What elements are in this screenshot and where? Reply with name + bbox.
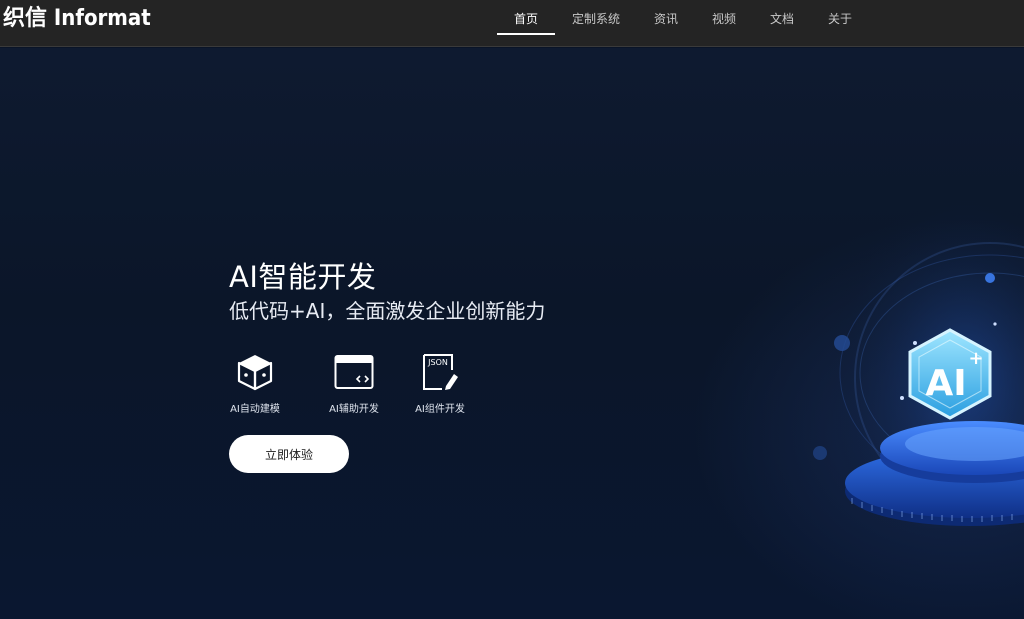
nav-item-about[interactable]: 关于 — [811, 0, 869, 35]
nav-item-news[interactable]: 资讯 — [637, 0, 695, 35]
nav-item-video[interactable]: 视频 — [695, 0, 753, 35]
svg-text:JSON: JSON — [427, 358, 448, 367]
hero-title: AI智能开发 — [229, 260, 377, 294]
feature-label: AI辅助开发 — [329, 404, 379, 415]
main-nav: 首页 定制系统 资讯 视频 文档 关于 — [497, 0, 869, 47]
try-now-button[interactable]: 立即体验 — [229, 435, 349, 473]
hero-banner: AI智能开发 低代码+AI，全面激发企业创新能力 AI自动建模 AI辅助开发 J… — [0, 48, 1024, 619]
nav-item-home[interactable]: 首页 — [497, 0, 555, 35]
feature-component-dev: JSON AI组件开发 — [397, 352, 483, 415]
hero-subtitle: 低代码+AI，全面激发企业创新能力 — [229, 299, 546, 323]
ai-badge-text: AI — [925, 363, 966, 404]
feature-label: AI自动建模 — [230, 404, 280, 415]
cube-icon — [237, 355, 273, 391]
brand-logo[interactable]: 织信 Informat — [3, 5, 151, 33]
ai-badge-plus: + — [968, 348, 983, 369]
feature-list: AI自动建模 AI辅助开发 JSON AI组件开发 — [225, 352, 483, 415]
top-navigation-bar: 织信 Informat 首页 定制系统 资讯 视频 文档 关于 — [0, 0, 1024, 47]
feature-auto-modeling: AI自动建模 — [225, 352, 285, 415]
nav-item-custom-system[interactable]: 定制系统 — [555, 0, 637, 35]
nav-item-docs[interactable]: 文档 — [753, 0, 811, 35]
ai-platform-illustration: AI + — [790, 198, 1024, 528]
feature-label: AI组件开发 — [415, 404, 465, 415]
feature-assisted-dev: AI辅助开发 — [311, 352, 397, 415]
code-window-icon — [334, 355, 374, 389]
json-document-icon: JSON — [423, 354, 458, 390]
